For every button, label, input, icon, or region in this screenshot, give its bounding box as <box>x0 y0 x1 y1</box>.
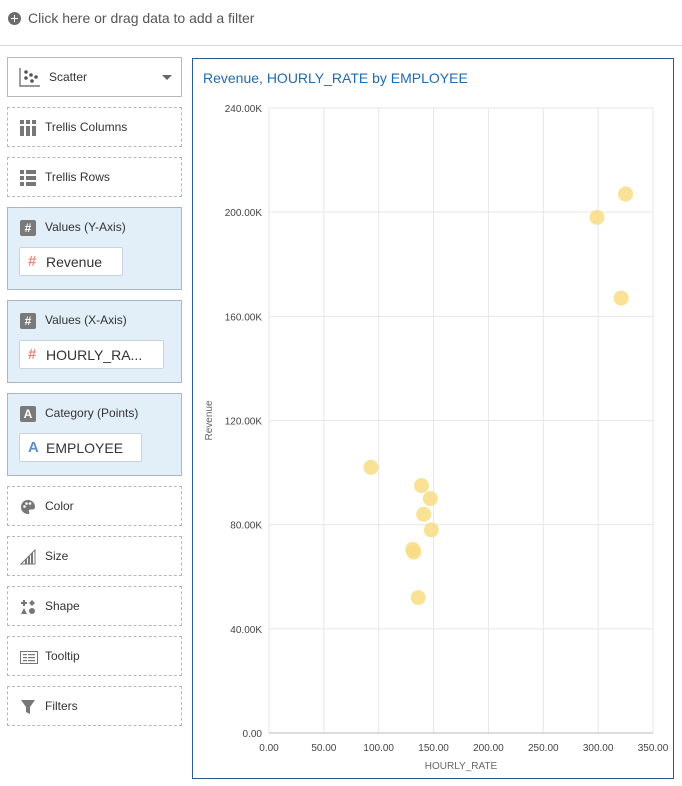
scatter-point[interactable] <box>422 491 438 507</box>
tooltip-label: Tooltip <box>45 649 80 663</box>
x-tick-label: 150.00 <box>418 743 449 754</box>
chart-panel[interactable]: Revenue, HOURLY_RATE by EMPLOYEE 0.00 50.… <box>192 58 674 779</box>
hash-icon: # <box>28 253 37 270</box>
scatter-point[interactable] <box>416 506 432 522</box>
attribute-icon: A <box>20 406 36 422</box>
y-tick-label: 240.00K <box>225 104 263 115</box>
y-tick-label: 0.00 <box>243 729 263 740</box>
size-label: Size <box>45 549 69 563</box>
measure-icon: # <box>20 220 36 236</box>
trellis-columns-icon <box>20 120 36 136</box>
y-axis-title: Revenue <box>204 400 215 440</box>
x-tick-label: 0.00 <box>259 743 279 754</box>
values-x-axis-well[interactable]: # Values (X-Axis) # HOURLY_RA... <box>7 300 182 383</box>
hourly-rate-pill[interactable]: # HOURLY_RA... <box>19 340 164 369</box>
scatter-plot[interactable]: 0.00 50.00 100.00 150.00 200.00 250.00 300.00 3… <box>193 59 673 778</box>
employee-pill[interactable]: A EMPLOYEE <box>19 433 142 462</box>
hash-icon: # <box>28 346 37 363</box>
shape-label: Shape <box>45 599 80 613</box>
tooltip-well[interactable]: Tooltip <box>7 636 182 676</box>
color-label: Color <box>45 499 74 513</box>
scatter-point[interactable] <box>423 522 439 538</box>
add-filter-label[interactable]: Click here or drag data to add a filter <box>28 10 254 26</box>
add-filter-icon[interactable] <box>8 12 21 25</box>
scatter-point[interactable] <box>613 290 629 306</box>
employee-pill-label: EMPLOYEE <box>46 440 124 456</box>
color-well[interactable]: Color <box>7 486 182 526</box>
x-tick-label: 350.00 <box>638 743 669 754</box>
tooltip-icon <box>20 651 38 664</box>
scatter-point[interactable] <box>363 459 379 475</box>
x-tick-label: 100.00 <box>363 743 394 754</box>
shapes-icon <box>21 600 35 614</box>
scatter-point[interactable] <box>414 478 430 494</box>
revenue-pill-label: Revenue <box>46 254 103 270</box>
shape-well[interactable]: Shape <box>7 586 182 626</box>
category-points-label: Category (Points) <box>45 406 139 420</box>
funnel-icon <box>21 700 35 714</box>
revenue-pill[interactable]: # Revenue <box>19 247 123 276</box>
x-tick-label: 50.00 <box>311 743 336 754</box>
hourly-rate-pill-label: HOURLY_RA... <box>46 347 143 363</box>
scatter-point[interactable] <box>589 209 605 225</box>
trellis-rows-well[interactable]: Trellis Rows <box>7 157 182 197</box>
measure-icon: # <box>20 313 36 329</box>
scatter-point[interactable] <box>410 590 426 606</box>
y-tick-label: 200.00K <box>225 208 263 219</box>
x-tick-label: 200.00 <box>473 743 504 754</box>
y-tick-label: 80.00K <box>230 521 262 532</box>
filter-bar[interactable]: Click here or drag data to add a filter <box>0 0 682 46</box>
scatter-point[interactable] <box>618 186 634 202</box>
trellis-rows-label: Trellis Rows <box>45 170 110 184</box>
scatter-point[interactable] <box>406 544 422 560</box>
x-axis-title: HOURLY_RATE <box>425 761 498 772</box>
trellis-columns-well[interactable]: Trellis Columns <box>7 107 182 147</box>
size-well[interactable]: Size <box>7 536 182 576</box>
filters-well[interactable]: Filters <box>7 686 182 726</box>
viz-type-selector[interactable]: Scatter <box>7 57 182 97</box>
viz-type-label: Scatter <box>49 70 88 84</box>
size-icon <box>20 549 36 565</box>
y-tick-label: 40.00K <box>230 625 262 636</box>
scatter-icon <box>19 68 40 87</box>
trellis-columns-label: Trellis Columns <box>45 120 128 134</box>
filters-label: Filters <box>45 699 78 713</box>
values-x-axis-label: Values (X-Axis) <box>45 313 127 327</box>
chevron-down-icon[interactable] <box>162 75 172 80</box>
category-points-well[interactable]: A Category (Points) A EMPLOYEE <box>7 393 182 476</box>
x-tick-label: 300.00 <box>583 743 614 754</box>
y-tick-label: 160.00K <box>225 312 263 323</box>
trellis-rows-icon <box>20 170 36 186</box>
palette-icon <box>21 500 35 514</box>
x-tick-label: 250.00 <box>528 743 559 754</box>
attribute-letter-icon: A <box>28 439 39 456</box>
values-y-axis-label: Values (Y-Axis) <box>45 220 126 234</box>
values-y-axis-well[interactable]: # Values (Y-Axis) # Revenue <box>7 207 182 290</box>
y-tick-label: 120.00K <box>225 417 263 428</box>
